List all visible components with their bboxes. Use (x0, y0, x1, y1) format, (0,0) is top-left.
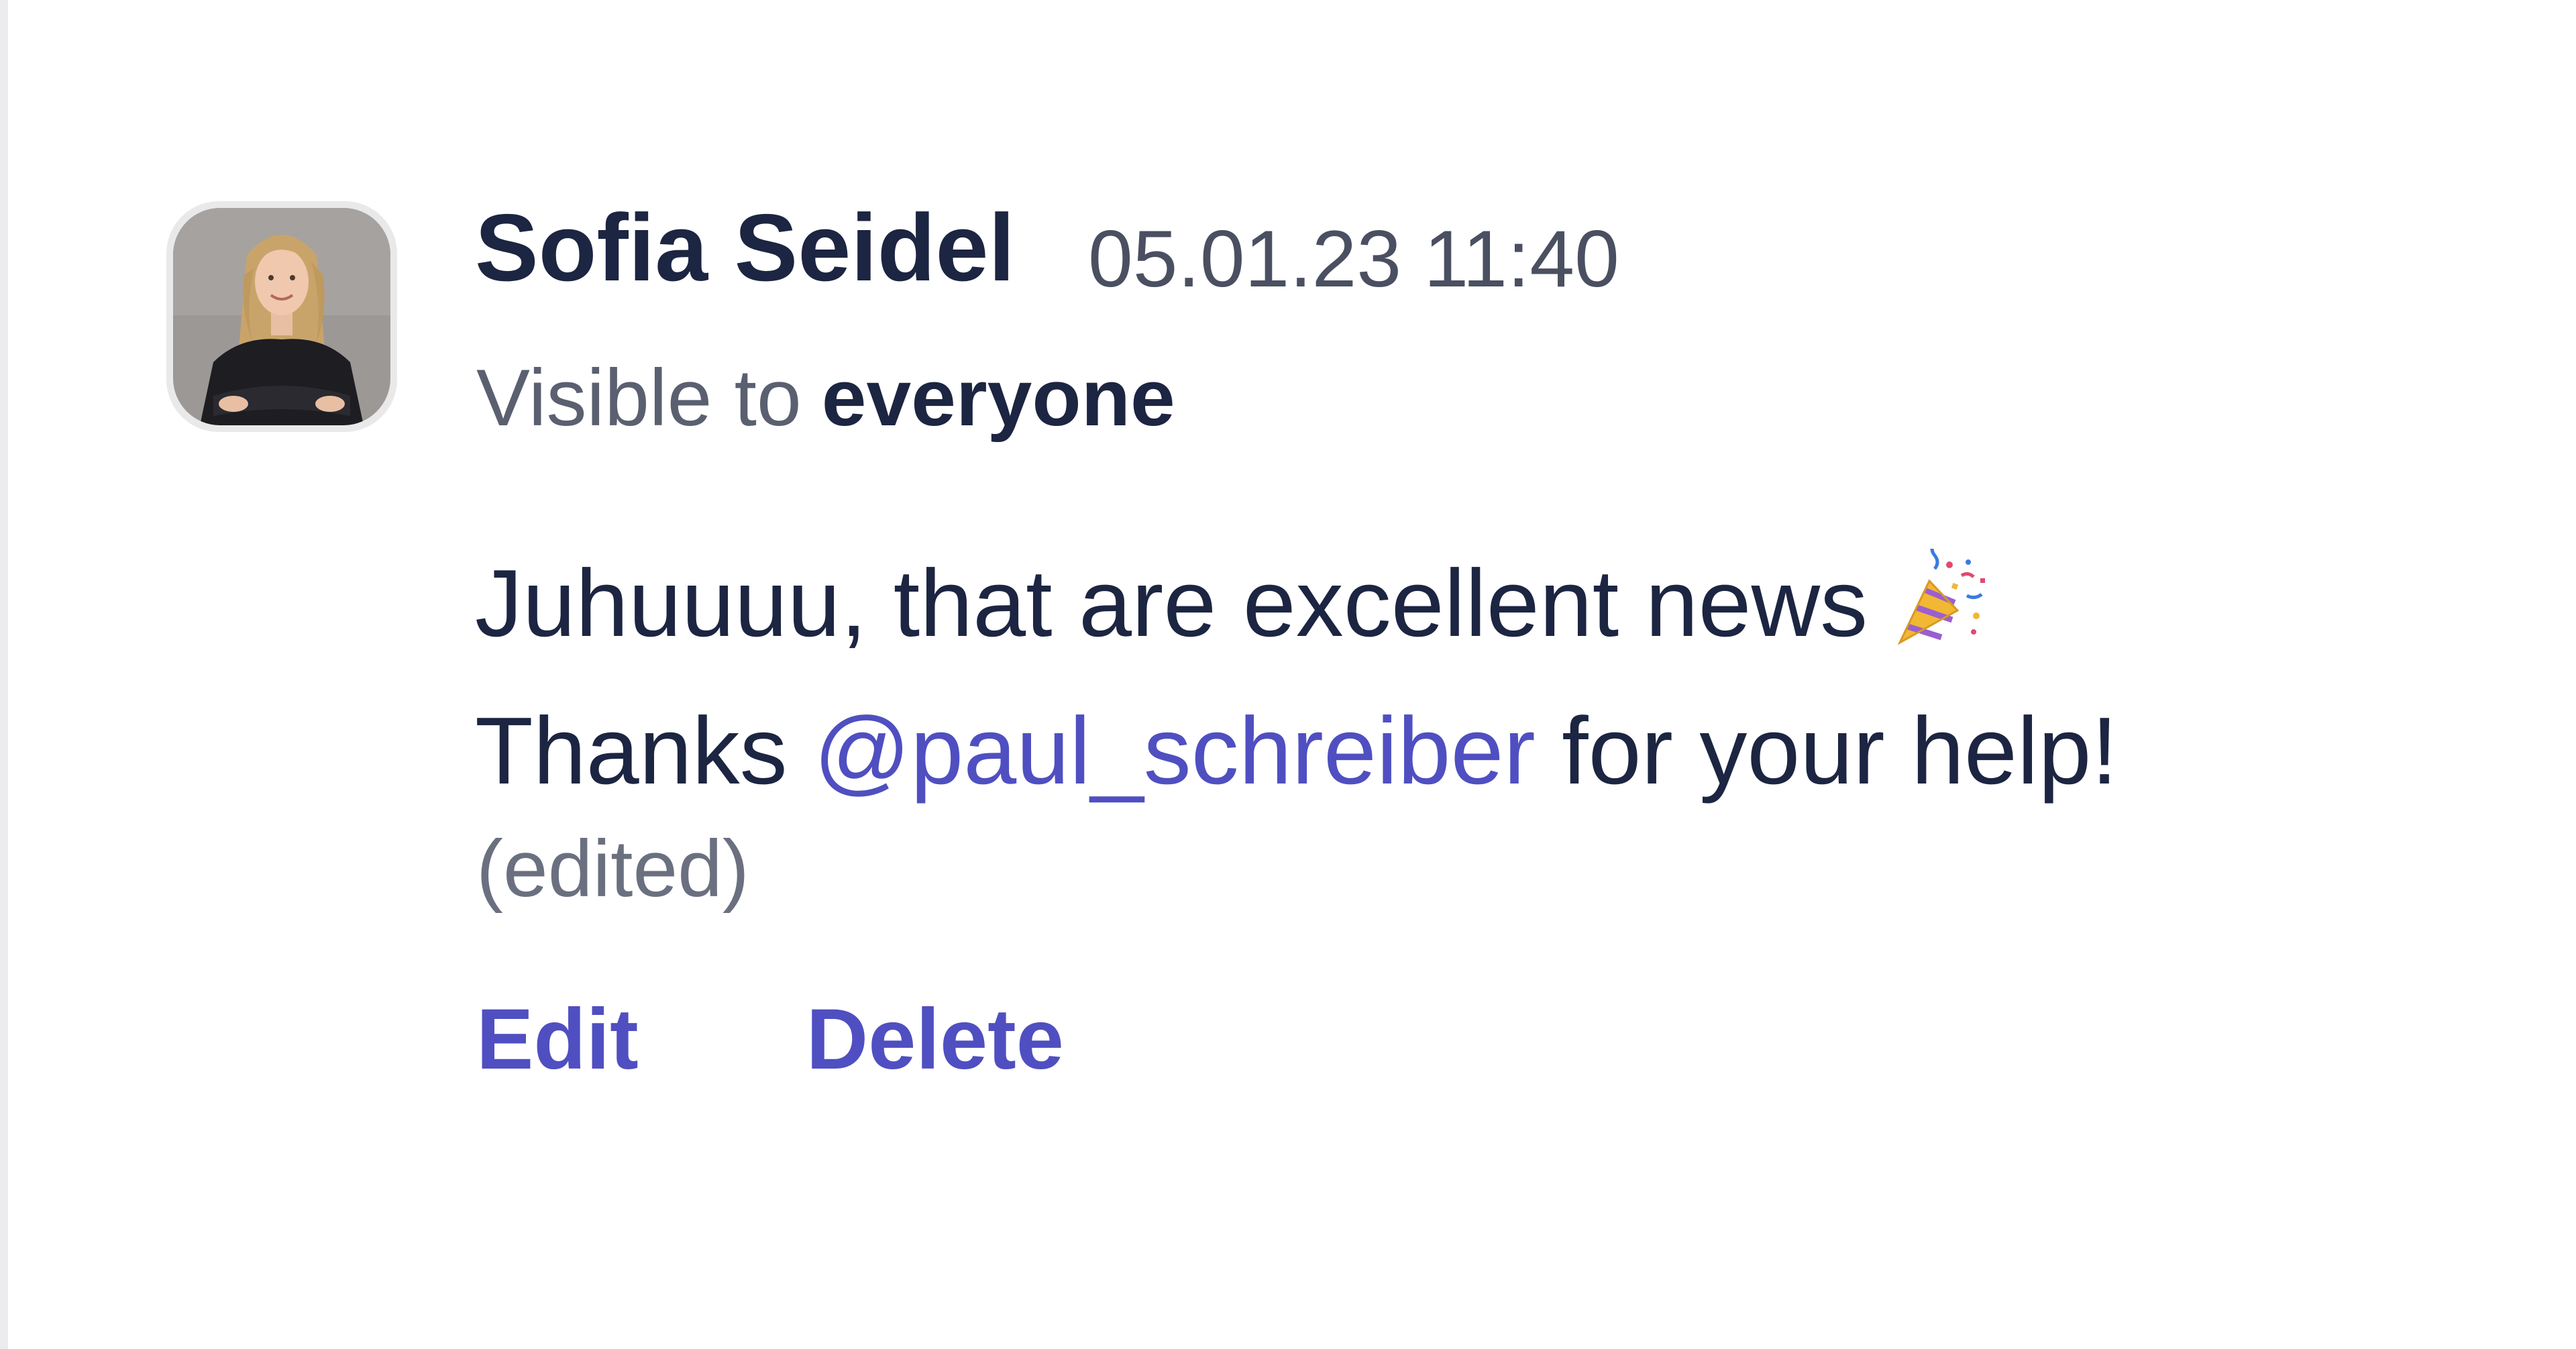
message-text-2a: Thanks (475, 698, 814, 804)
comment-actions: Edit Delete (476, 989, 1064, 1090)
message-line-2: Thanks @paul_schreiber for your help! (475, 678, 2118, 825)
author-name[interactable]: Sofia Seidel (475, 195, 1015, 302)
visibility-target: everyone (821, 353, 1175, 443)
user-mention-link[interactable]: @paul_schreiber (814, 698, 1536, 804)
avatar[interactable] (166, 201, 397, 432)
comment-item: Sofia Seidel 05.01.23 11:40 Visible to ev… (0, 0, 2576, 1349)
comment-timestamp: 05.01.23 11:40 (1088, 214, 1619, 304)
edited-label: (edited) (476, 824, 749, 914)
visibility-prefix: Visible to (476, 353, 802, 443)
comment-message: Juhuuuu, that are excellent news Thanks … (475, 530, 2118, 825)
message-line-1: Juhuuuu, that are excellent news (475, 530, 2118, 678)
avatar-photo (173, 208, 390, 425)
message-text-2b: for your help! (1535, 698, 2118, 804)
visibility-info: Visible to everyone (476, 347, 1175, 448)
edit-button[interactable]: Edit (476, 989, 639, 1090)
message-text-1: Juhuuuu, that are excellent news (475, 550, 1868, 657)
delete-button[interactable]: Delete (806, 989, 1064, 1090)
party-popper-icon (1897, 549, 1986, 645)
page: Sofia Seidel 05.01.23 11:40 Visible to ev… (0, 0, 2576, 1349)
